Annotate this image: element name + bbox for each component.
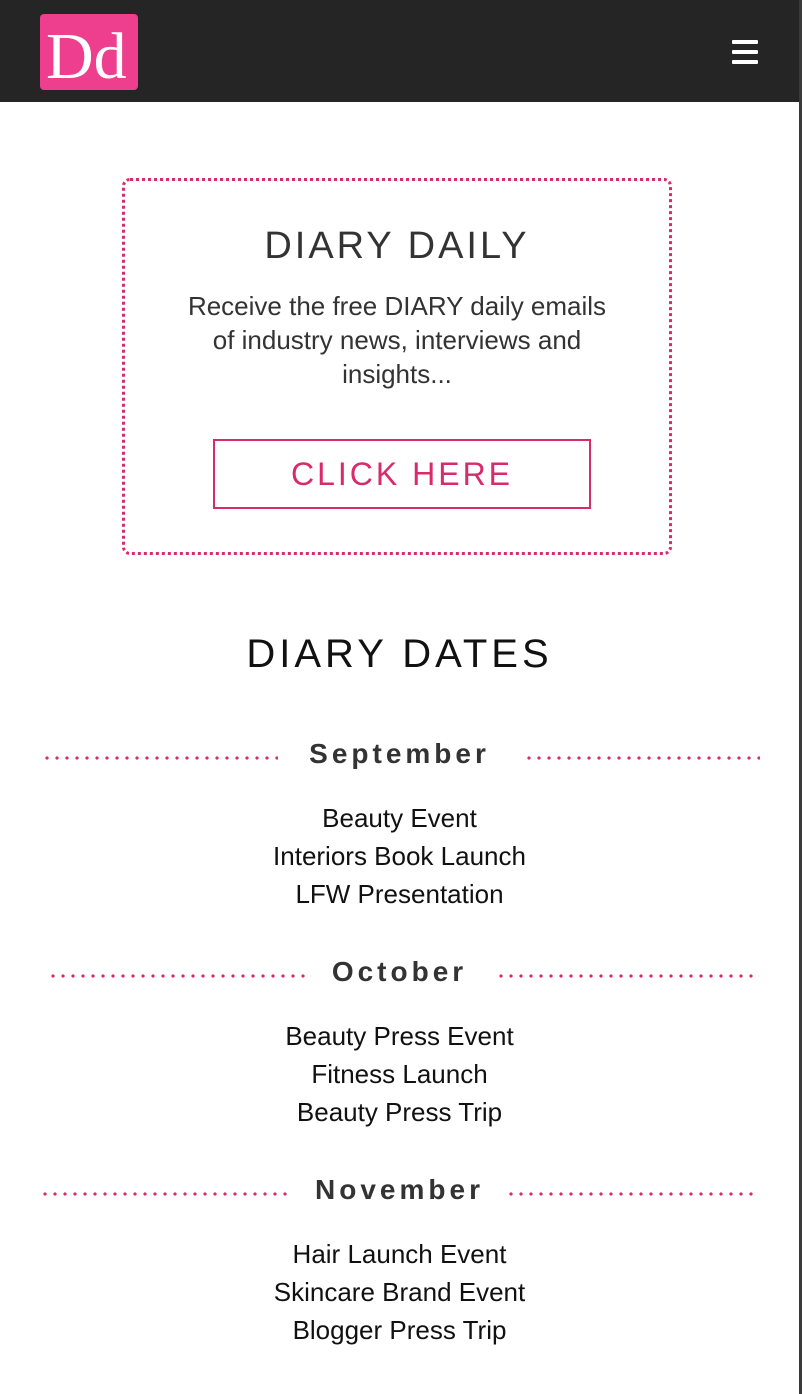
site-header: Dd xyxy=(0,0,799,102)
click-here-button[interactable]: CLICK HERE xyxy=(213,439,591,509)
event-list-november: Hair Launch Event Skincare Brand Event B… xyxy=(0,1235,799,1349)
event-item[interactable]: Hair Launch Event xyxy=(0,1235,799,1273)
month-header-november: November xyxy=(0,1174,799,1214)
logo-mark: Dd xyxy=(46,20,127,90)
month-label: November xyxy=(315,1174,484,1205)
dotted-divider-right xyxy=(524,756,760,760)
logo-text: Dd xyxy=(46,20,127,90)
event-item[interactable]: Beauty Event xyxy=(0,799,799,837)
dotted-divider-right xyxy=(496,974,758,978)
month-label: October xyxy=(331,956,468,987)
hamburger-menu-icon[interactable] xyxy=(728,38,762,66)
event-item[interactable]: Fitness Launch xyxy=(0,1055,799,1093)
newsletter-title: DIARY DAILY xyxy=(264,225,530,267)
dotted-divider-right xyxy=(506,1192,756,1196)
event-list-october: Beauty Press Event Fitness Launch Beauty… xyxy=(0,1017,799,1131)
event-item[interactable]: Interiors Book Launch xyxy=(0,837,799,875)
site-logo[interactable]: Dd xyxy=(40,14,138,90)
event-item[interactable]: Skincare Brand Event xyxy=(0,1273,799,1311)
month-label: September xyxy=(309,738,490,769)
newsletter-description: Receive the free DIARY daily emails of i… xyxy=(187,291,607,389)
menu-bar-bottom xyxy=(732,60,758,64)
event-item[interactable]: Blogger Press Trip xyxy=(0,1311,799,1349)
event-item[interactable]: LFW Presentation xyxy=(0,875,799,913)
event-list-september: Beauty Event Interiors Book Launch LFW P… xyxy=(0,799,799,913)
diary-dates-title: DIARY DATES xyxy=(246,632,553,676)
menu-bar-top xyxy=(732,40,758,44)
event-item[interactable]: Beauty Press Event xyxy=(0,1017,799,1055)
month-header-september: September xyxy=(0,738,799,778)
menu-bar-middle xyxy=(732,50,758,54)
month-header-october: October xyxy=(0,956,799,996)
event-item[interactable]: Beauty Press Trip xyxy=(0,1093,799,1131)
newsletter-signup-box: DIARY DAILY Receive the free DIARY daily… xyxy=(122,178,672,555)
